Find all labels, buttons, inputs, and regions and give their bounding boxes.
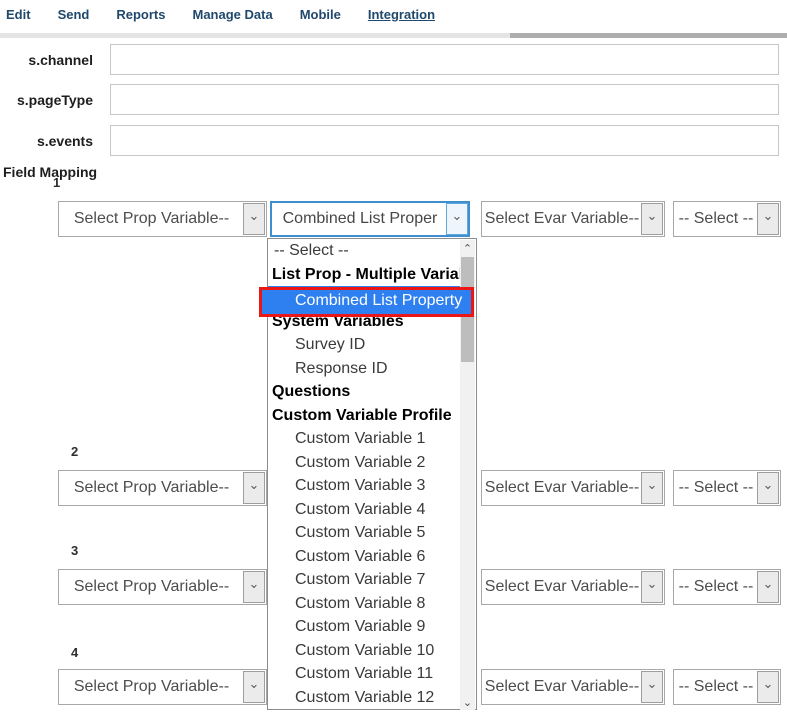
prop-variable-select-row1[interactable]: Select Prop Variable-- ⌄ bbox=[58, 201, 267, 237]
horizontal-scrollbar-thumb[interactable] bbox=[510, 33, 787, 38]
dropdown-option[interactable]: Custom Variable 6 bbox=[268, 545, 461, 569]
dropdown-option[interactable]: -- Select -- bbox=[268, 239, 461, 263]
select-value: Select Evar Variable-- bbox=[485, 678, 661, 696]
dropdown-option[interactable]: Custom Variable 8 bbox=[268, 592, 461, 616]
event-select-row2[interactable]: -- Select -- ⌄ bbox=[673, 470, 781, 506]
event-select-row3[interactable]: -- Select -- ⌄ bbox=[673, 569, 781, 605]
channel-input[interactable] bbox=[110, 44, 779, 75]
select-arrow-button[interactable]: ⌄ bbox=[243, 203, 265, 235]
select-arrow-button[interactable]: ⌄ bbox=[446, 203, 468, 235]
chevron-down-icon: ⌄ bbox=[647, 211, 658, 221]
dropdown-option[interactable]: Custom Variable 3 bbox=[268, 474, 461, 498]
scroll-down-icon: ⌄ bbox=[463, 696, 472, 709]
select-value: Combined List Proper bbox=[283, 210, 458, 228]
dropdown-option[interactable]: Custom Variable 12 bbox=[268, 686, 461, 710]
chevron-down-icon: ⌄ bbox=[647, 579, 658, 589]
select-arrow-button[interactable]: ⌄ bbox=[757, 571, 779, 603]
nav-item-edit[interactable]: Edit bbox=[6, 7, 31, 22]
select-value: Select Evar Variable-- bbox=[485, 578, 661, 596]
select-arrow-button[interactable]: ⌄ bbox=[641, 203, 663, 235]
select-value: Select Prop Variable-- bbox=[74, 479, 251, 497]
chevron-down-icon: ⌄ bbox=[763, 679, 774, 689]
field-label-events: s.events bbox=[0, 133, 93, 149]
dropdown-option[interactable]: Custom Variable 5 bbox=[268, 521, 461, 545]
chevron-down-icon: ⌄ bbox=[647, 480, 658, 490]
dropdown-group-header: List Prop - Multiple Variable bbox=[268, 263, 461, 287]
select-value: Select Evar Variable-- bbox=[485, 210, 661, 228]
dropdown-option[interactable]: Custom Variable 1 bbox=[268, 427, 461, 451]
prop-variable-select-row2[interactable]: Select Prop Variable-- ⌄ bbox=[58, 470, 267, 506]
pagetype-input[interactable] bbox=[110, 84, 779, 115]
chevron-down-icon: ⌄ bbox=[249, 679, 260, 689]
chevron-down-icon: ⌄ bbox=[763, 579, 774, 589]
nav-item-manage-data[interactable]: Manage Data bbox=[192, 7, 272, 22]
select-value: Select Evar Variable-- bbox=[485, 479, 661, 497]
select-arrow-button[interactable]: ⌄ bbox=[757, 203, 779, 235]
dropdown-group-header: Questions bbox=[268, 380, 461, 404]
field-mapping-title: Field Mapping bbox=[3, 164, 97, 180]
select-value: Select Prop Variable-- bbox=[74, 210, 251, 228]
scroll-up-icon: ⌃ bbox=[463, 242, 472, 255]
evar-variable-select-row3[interactable]: Select Evar Variable-- ⌄ bbox=[481, 569, 665, 605]
nav-item-integration[interactable]: Integration bbox=[368, 7, 435, 22]
chevron-down-icon: ⌄ bbox=[763, 480, 774, 490]
dropdown-option[interactable]: Response ID bbox=[268, 357, 461, 381]
dropdown-option[interactable]: Custom Variable 2 bbox=[268, 451, 461, 475]
prop-variable-select-row4[interactable]: Select Prop Variable-- ⌄ bbox=[58, 669, 267, 705]
nav-item-mobile[interactable]: Mobile bbox=[300, 7, 341, 22]
event-select-row1[interactable]: -- Select -- ⌄ bbox=[673, 201, 781, 237]
chevron-down-icon: ⌄ bbox=[249, 480, 260, 490]
select-arrow-button[interactable]: ⌄ bbox=[243, 472, 265, 504]
chevron-down-icon: ⌄ bbox=[763, 211, 774, 221]
dropdown-option[interactable]: Survey ID bbox=[268, 333, 461, 357]
select-arrow-button[interactable]: ⌄ bbox=[243, 671, 265, 703]
dropdown-option[interactable]: Custom Variable 9 bbox=[268, 615, 461, 639]
dropdown-group-header: Custom Variable Profile bbox=[268, 404, 461, 428]
chevron-down-icon: ⌄ bbox=[249, 211, 260, 221]
horizontal-scrollbar-track[interactable] bbox=[0, 33, 787, 38]
field-label-pagetype: s.pageType bbox=[0, 92, 93, 108]
row-number-1: 1 bbox=[53, 175, 60, 190]
evar-variable-select-row4[interactable]: Select Evar Variable-- ⌄ bbox=[481, 669, 665, 705]
nav-item-send[interactable]: Send bbox=[58, 7, 90, 22]
select-arrow-button[interactable]: ⌄ bbox=[757, 671, 779, 703]
annotation-selected-option[interactable]: Combined List Property bbox=[259, 287, 474, 317]
select-arrow-button[interactable]: ⌄ bbox=[757, 472, 779, 504]
chevron-down-icon: ⌄ bbox=[452, 211, 463, 221]
select-arrow-button[interactable]: ⌄ bbox=[641, 671, 663, 703]
select-value: Select Prop Variable-- bbox=[74, 578, 251, 596]
select-arrow-button[interactable]: ⌄ bbox=[641, 571, 663, 603]
list-prop-select-row1-open[interactable]: Combined List Proper ⌄ bbox=[270, 201, 470, 237]
evar-variable-select-row1[interactable]: Select Evar Variable-- ⌄ bbox=[481, 201, 665, 237]
nav-item-reports[interactable]: Reports bbox=[116, 7, 165, 22]
dropdown-option[interactable]: Custom Variable 4 bbox=[268, 498, 461, 522]
row-number-2: 2 bbox=[71, 444, 78, 459]
chevron-down-icon: ⌄ bbox=[249, 579, 260, 589]
field-label-channel: s.channel bbox=[0, 52, 93, 68]
dropdown-option[interactable]: Custom Variable 7 bbox=[268, 568, 461, 592]
chevron-down-icon: ⌄ bbox=[647, 679, 658, 689]
dropdown-option[interactable]: Custom Variable 10 bbox=[268, 639, 461, 663]
evar-variable-select-row2[interactable]: Select Evar Variable-- ⌄ bbox=[481, 470, 665, 506]
select-value: Select Prop Variable-- bbox=[74, 678, 251, 696]
prop-variable-select-row3[interactable]: Select Prop Variable-- ⌄ bbox=[58, 569, 267, 605]
select-arrow-button[interactable]: ⌄ bbox=[641, 472, 663, 504]
dropdown-option[interactable]: Custom Variable 11 bbox=[268, 662, 461, 686]
row-number-4: 4 bbox=[71, 645, 78, 660]
events-input[interactable] bbox=[110, 125, 779, 156]
scroll-down-button[interactable]: ⌄ bbox=[460, 694, 475, 710]
select-arrow-button[interactable]: ⌄ bbox=[243, 571, 265, 603]
event-select-row4[interactable]: -- Select -- ⌄ bbox=[673, 669, 781, 705]
scroll-up-button[interactable]: ⌃ bbox=[460, 240, 475, 256]
top-nav: Edit Send Reports Manage Data Mobile Int… bbox=[6, 7, 435, 22]
row-number-3: 3 bbox=[71, 543, 78, 558]
